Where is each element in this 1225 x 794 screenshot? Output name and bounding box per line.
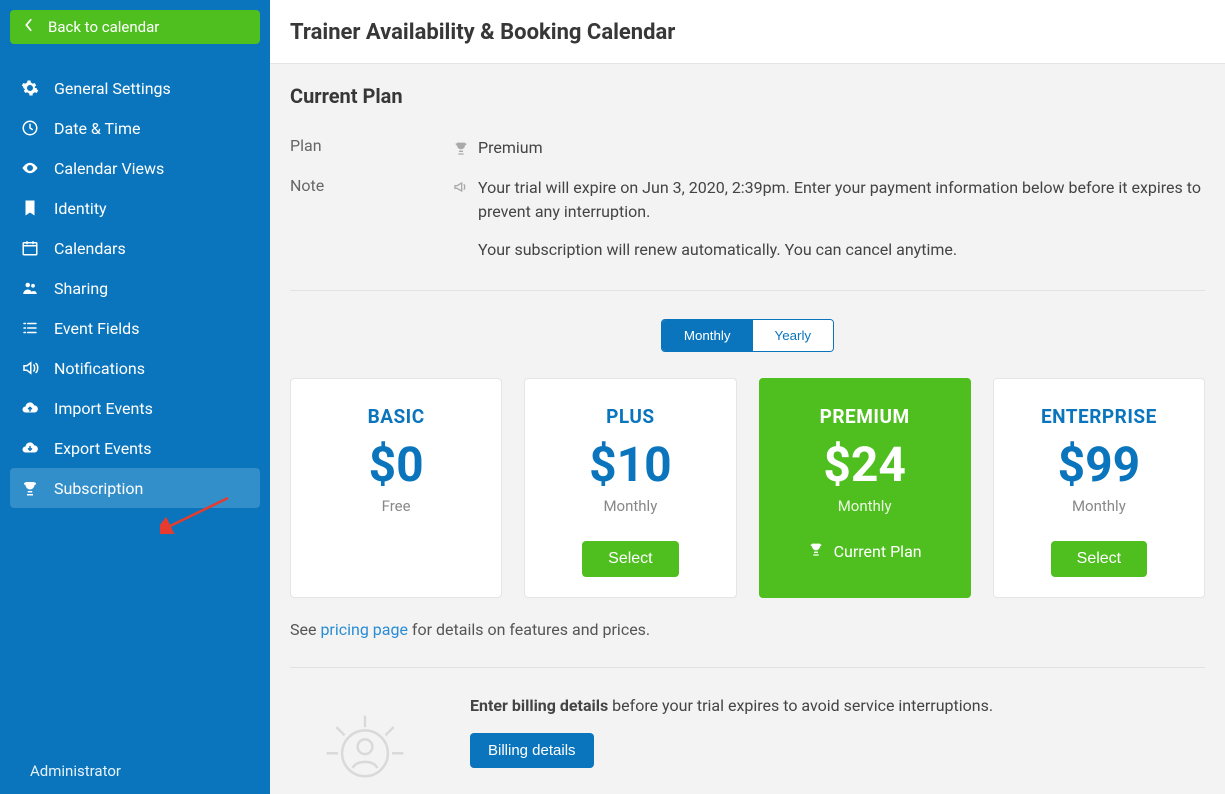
select-plan-button[interactable]: Select	[1051, 541, 1147, 577]
note-label: Note	[290, 176, 450, 195]
current-plan-label: Current Plan	[834, 542, 922, 561]
billing-details-button[interactable]: Billing details	[470, 733, 594, 768]
page-header: Trainer Availability & Booking Calendar	[270, 0, 1225, 64]
divider	[290, 667, 1205, 668]
sidebar-item-label: Calendars	[54, 239, 126, 258]
main: Trainer Availability & Booking Calendar …	[270, 0, 1225, 794]
sidebar-item-import-events[interactable]: Import Events	[0, 388, 270, 428]
trophy-icon	[20, 478, 40, 498]
sidebar-item-label: Import Events	[54, 399, 153, 418]
billing-text-rest: before your trial expires to avoid servi…	[608, 696, 993, 715]
pricing-page-link[interactable]: pricing page	[320, 620, 408, 639]
chevron-left-icon	[24, 18, 34, 36]
sound-icon	[20, 358, 40, 378]
sidebar-footer-role: Administrator	[0, 748, 270, 794]
gear-icon	[20, 78, 40, 98]
plan-tier: PREMIUM	[776, 405, 954, 428]
plan-cards: BASIC $0 Free PLUS $10 Monthly Select PR…	[290, 378, 1205, 598]
plan-period: Free	[307, 497, 485, 515]
plan-value: Premium	[478, 136, 1205, 160]
section-title-current-plan: Current Plan	[290, 84, 1205, 108]
note-line-2: Your subscription will renew automatical…	[478, 238, 1205, 262]
current-plan-indicator: Current Plan	[776, 541, 954, 561]
users-icon	[20, 278, 40, 298]
billing-period-toggle: Monthly Yearly	[290, 319, 1205, 352]
sidebar-item-calendar-views[interactable]: Calendar Views	[0, 148, 270, 188]
sidebar-item-label: Identity	[54, 199, 107, 218]
sidebar-item-label: Calendar Views	[54, 159, 164, 178]
pricing-note-before: See	[290, 620, 320, 639]
back-to-calendar-button[interactable]: Back to calendar	[10, 10, 260, 44]
plan-price: $0	[307, 436, 485, 493]
sidebar-item-identity[interactable]: Identity	[0, 188, 270, 228]
plan-card-enterprise: ENTERPRISE $99 Monthly Select	[993, 378, 1205, 598]
sidebar-item-label: Event Fields	[54, 319, 139, 338]
cloud-up-icon	[20, 398, 40, 418]
plan-price: $99	[1010, 436, 1188, 493]
megaphone-icon	[450, 179, 472, 195]
plan-tier: PLUS	[541, 405, 719, 428]
trophy-icon	[808, 541, 824, 561]
billing-illustration	[290, 696, 440, 786]
sidebar-item-subscription[interactable]: Subscription	[10, 468, 260, 508]
sidebar-item-event-fields[interactable]: Event Fields	[0, 308, 270, 348]
sidebar-item-notifications[interactable]: Notifications	[0, 348, 270, 388]
clock-icon	[20, 118, 40, 138]
toggle-monthly[interactable]: Monthly	[662, 320, 753, 351]
plan-price: $10	[541, 436, 719, 493]
plan-period: Monthly	[541, 497, 719, 515]
sidebar-item-date-time[interactable]: Date & Time	[0, 108, 270, 148]
eye-icon	[20, 158, 40, 178]
sidebar-item-label: Sharing	[54, 279, 108, 298]
sidebar-item-label: Notifications	[54, 359, 145, 378]
list-icon	[20, 318, 40, 338]
plan-card-premium: PREMIUM $24 Monthly Current Plan	[759, 378, 971, 598]
select-plan-button[interactable]: Select	[582, 541, 678, 577]
sidebar-item-export-events[interactable]: Export Events	[0, 428, 270, 468]
toggle-yearly[interactable]: Yearly	[753, 320, 834, 351]
plan-card-plus: PLUS $10 Monthly Select	[524, 378, 736, 598]
note-line-1: Your trial will expire on Jun 3, 2020, 2…	[478, 176, 1205, 224]
sidebar-item-general-settings[interactable]: General Settings	[0, 68, 270, 108]
sidebar-item-label: Export Events	[54, 439, 152, 458]
page-title: Trainer Availability & Booking Calendar	[290, 20, 1205, 45]
pricing-note: See pricing page for details on features…	[290, 620, 1205, 639]
note-body: Your trial will expire on Jun 3, 2020, 2…	[478, 176, 1205, 262]
plan-period: Monthly	[1010, 497, 1188, 515]
billing-text-bold: Enter billing details	[470, 696, 608, 715]
sidebar: Back to calendar General Settings Date &…	[0, 0, 270, 794]
bookmark-icon	[20, 198, 40, 218]
billing-text: Enter billing details before your trial …	[470, 696, 1205, 768]
divider	[290, 290, 1205, 291]
plan-period: Monthly	[776, 497, 954, 515]
plan-tier: BASIC	[307, 405, 485, 428]
billing-block: Enter billing details before your trial …	[290, 696, 1205, 786]
sidebar-item-calendars[interactable]: Calendars	[0, 228, 270, 268]
pricing-note-after: for details on features and prices.	[408, 620, 650, 639]
sidebar-item-label: Subscription	[54, 479, 143, 498]
note-row: Note Your trial will expire on Jun 3, 20…	[290, 176, 1205, 262]
content-area: Current Plan Plan Premium Note Your tria…	[270, 64, 1225, 794]
plan-card-basic: BASIC $0 Free	[290, 378, 502, 598]
sidebar-item-sharing[interactable]: Sharing	[0, 268, 270, 308]
sidebar-item-label: General Settings	[54, 79, 171, 98]
plan-tier: ENTERPRISE	[1010, 405, 1188, 428]
sidebar-item-label: Date & Time	[54, 119, 140, 138]
back-button-label: Back to calendar	[48, 18, 159, 36]
plan-price: $24	[776, 436, 954, 493]
plan-row: Plan Premium	[290, 136, 1205, 160]
plan-label: Plan	[290, 136, 450, 160]
trophy-icon	[450, 136, 472, 160]
sidebar-nav: General Settings Date & Time Calendar Vi…	[0, 68, 270, 748]
calendar-icon	[20, 238, 40, 258]
cloud-down-icon	[20, 438, 40, 458]
